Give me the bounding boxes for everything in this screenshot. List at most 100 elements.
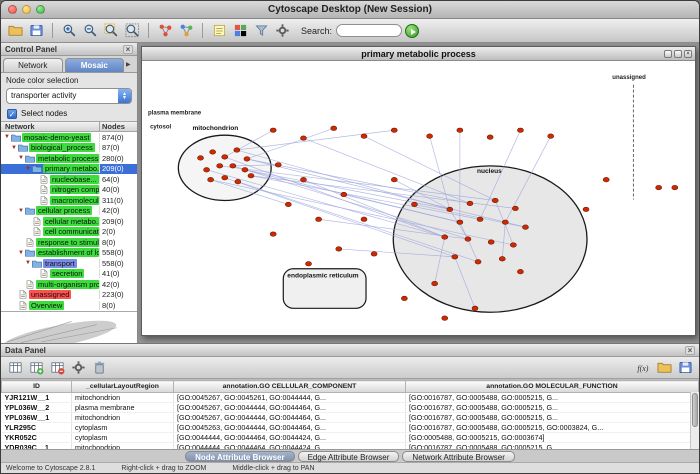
network-node[interactable] xyxy=(331,126,337,131)
inner-maximize-icon[interactable] xyxy=(674,50,682,58)
network-node[interactable] xyxy=(391,177,397,182)
table-cell[interactable]: cytoplasm xyxy=(72,423,174,433)
control-panel-close-icon[interactable]: × xyxy=(123,45,133,54)
attribute-settings-icon[interactable] xyxy=(69,359,87,377)
select-nodes-checkbox[interactable]: ✓ xyxy=(7,109,17,119)
network-node[interactable] xyxy=(548,134,554,139)
search-input[interactable] xyxy=(336,24,402,37)
network-node[interactable] xyxy=(517,128,523,133)
column-header[interactable]: annotation.GO CELLULAR_COMPONENT xyxy=(174,381,406,393)
function-builder-icon[interactable]: f(x) xyxy=(634,359,652,377)
network-node[interactable] xyxy=(361,217,367,222)
vizmapper-icon[interactable] xyxy=(231,22,249,40)
table-cell[interactable]: plasma membrane xyxy=(72,403,174,413)
network-node[interactable] xyxy=(427,134,433,139)
network-node[interactable] xyxy=(475,260,481,265)
table-cell[interactable]: [GO:0016787, GO:0005488, GO:0005215, GO:… xyxy=(406,423,699,433)
network-node[interactable] xyxy=(656,185,662,190)
delete-row-icon[interactable] xyxy=(90,359,108,377)
table-cell[interactable]: [GO:0016787, GO:0005488, GO:0005215, G..… xyxy=(406,393,699,403)
tree-row-nucleobase[interactable]: nucleobase...64(0) xyxy=(1,174,137,185)
expander-icon[interactable]: ▼ xyxy=(10,143,18,153)
table-cell[interactable]: [GO:0044444, GO:0044464, GO:0044424, G..… xyxy=(174,433,406,443)
tree-row-nitrogen-compo[interactable]: nitrogen compo...40(0) xyxy=(1,185,137,196)
network-node[interactable] xyxy=(391,128,397,133)
expander-icon[interactable]: ▼ xyxy=(24,164,32,174)
network-node[interactable] xyxy=(285,202,291,207)
annotation-icon[interactable] xyxy=(210,22,228,40)
new-network-from-selection-icon[interactable] xyxy=(177,22,195,40)
open-session-icon[interactable] xyxy=(6,22,24,40)
zoom-in-icon[interactable] xyxy=(60,22,78,40)
network-node[interactable] xyxy=(235,179,241,184)
zoom-window-button[interactable] xyxy=(36,5,45,14)
minimize-window-button[interactable] xyxy=(22,5,31,14)
network-node[interactable] xyxy=(336,247,342,252)
network-node[interactable] xyxy=(222,175,228,180)
network-node[interactable] xyxy=(270,128,276,133)
network-node[interactable] xyxy=(472,306,478,311)
zoom-out-icon[interactable] xyxy=(81,22,99,40)
table-cell[interactable]: [GO:0016787, GO:0005488, GO:0005215, G..… xyxy=(406,443,699,450)
expander-icon[interactable]: ▼ xyxy=(3,132,11,142)
table-cell[interactable]: YLR295C xyxy=(2,423,72,433)
network-node[interactable] xyxy=(244,157,250,162)
column-header[interactable]: ID xyxy=(2,381,72,393)
tree-row-cellular-process[interactable]: ▼cellular process42(0) xyxy=(1,206,137,217)
network-node[interactable] xyxy=(198,156,204,161)
tree-row-cell-communicati[interactable]: cell communicati...2(0) xyxy=(1,227,137,238)
network-node[interactable] xyxy=(442,235,448,240)
column-header[interactable]: _cellularLayoutRegion xyxy=(72,381,174,393)
network-node[interactable] xyxy=(499,257,505,262)
network-node[interactable] xyxy=(361,134,367,139)
expander-icon[interactable]: ▼ xyxy=(17,248,25,258)
birds-eye-view[interactable] xyxy=(1,311,137,344)
create-attribute-icon[interactable] xyxy=(27,359,45,377)
table-cell[interactable]: [GO:0005488, GO:0005215, GO:0003674] xyxy=(406,433,699,443)
network-node[interactable] xyxy=(522,225,528,230)
tab-network[interactable]: Network xyxy=(3,58,63,72)
network-node[interactable] xyxy=(204,168,210,173)
tree-row-macromolecule[interactable]: macromolecule...311(0) xyxy=(1,195,137,206)
network-node[interactable] xyxy=(492,198,498,203)
import-attributes-icon[interactable] xyxy=(655,359,673,377)
network-node[interactable] xyxy=(502,220,508,225)
table-cell[interactable]: YPL036W__2 xyxy=(2,403,72,413)
save-session-icon[interactable] xyxy=(27,22,45,40)
inner-minimize-icon[interactable] xyxy=(664,50,672,58)
table-cell[interactable]: cytoplasm xyxy=(72,433,174,443)
tab-network-attribute-browser[interactable]: Network Attribute Browser xyxy=(402,451,514,462)
table-cell[interactable]: YKR052C xyxy=(2,433,72,443)
plugin-manager-icon[interactable] xyxy=(273,22,291,40)
column-header[interactable]: annotation.GO MOLECULAR_FUNCTION xyxy=(406,381,699,393)
network-node[interactable] xyxy=(217,164,223,169)
tree-row-secretion[interactable]: secretion41(0) xyxy=(1,269,137,280)
tree-row-primary-metabo[interactable]: ▼primary metabo...209(0) xyxy=(1,164,137,175)
expander-icon[interactable]: ▼ xyxy=(24,258,32,268)
scrollbar-thumb[interactable] xyxy=(692,393,698,427)
close-window-button[interactable] xyxy=(8,5,17,14)
table-cell[interactable]: [GO:0016787, GO:0005488, GO:0005215, G..… xyxy=(406,413,699,423)
tree-row-response-to-stimul[interactable]: response to stimul...8(0) xyxy=(1,237,137,248)
table-cell[interactable]: [GO:0045267, GO:0044444, GO:0044464, G..… xyxy=(174,403,406,413)
network-node[interactable] xyxy=(401,296,407,301)
tree-row-overview[interactable]: Overview8(0) xyxy=(1,300,137,311)
search-go-button[interactable] xyxy=(405,24,419,38)
zoom-fit-icon[interactable] xyxy=(123,22,141,40)
export-attributes-icon[interactable] xyxy=(676,359,694,377)
inner-close-icon[interactable]: × xyxy=(684,50,692,58)
table-cell[interactable]: [GO:0016787, GO:0005488, GO:0005215, G..… xyxy=(406,403,699,413)
table-cell[interactable]: [GO:0045267, GO:0045261, GO:0044444, G..… xyxy=(174,393,406,403)
network-node[interactable] xyxy=(457,220,463,225)
tree-row-mosaic-demo-yeast[interactable]: ▼mosaic-demo-yeast874(0) xyxy=(1,132,137,143)
network-node[interactable] xyxy=(300,136,306,141)
tree-row-unassigned[interactable]: unassigned223(0) xyxy=(1,290,137,301)
tab-mosaic[interactable]: Mosaic xyxy=(65,58,125,72)
network-node[interactable] xyxy=(487,135,493,140)
table-scrollbar[interactable] xyxy=(690,392,699,449)
tree-row-multi-organism-pro[interactable]: multi-organism pro...42(0) xyxy=(1,279,137,290)
filters-icon[interactable] xyxy=(252,22,270,40)
network-node[interactable] xyxy=(672,185,678,190)
network-node[interactable] xyxy=(432,281,438,286)
network-node[interactable] xyxy=(270,232,276,237)
